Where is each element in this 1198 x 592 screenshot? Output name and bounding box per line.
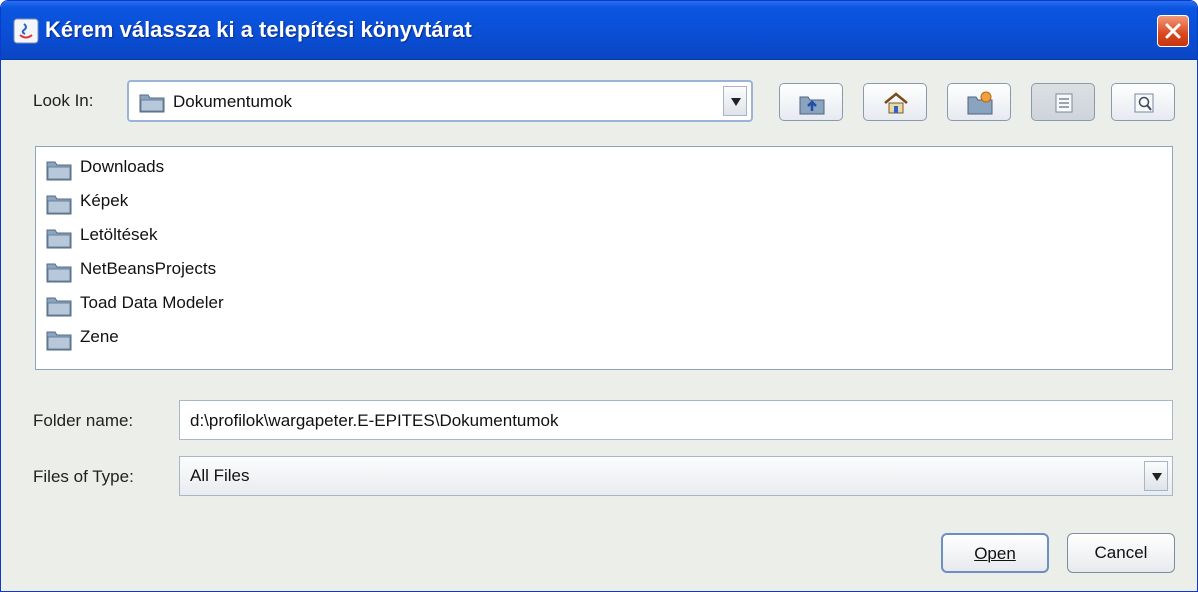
folder-name-field[interactable] bbox=[179, 400, 1173, 440]
list-item-label: NetBeansProjects bbox=[80, 259, 217, 278]
list-item-label: Zene bbox=[80, 327, 119, 346]
file-list[interactable]: Downloads Képek Letöltések NetBeansProje… bbox=[35, 146, 1173, 370]
open-button-label: Open bbox=[974, 544, 1016, 563]
look-in-combo[interactable]: Dokumentumok bbox=[127, 80, 753, 122]
list-view-icon bbox=[1055, 93, 1073, 113]
folder-icon bbox=[46, 331, 72, 351]
look-in-value: Dokumentumok bbox=[173, 92, 293, 111]
new-folder-button[interactable] bbox=[947, 83, 1011, 121]
up-folder-icon bbox=[799, 96, 825, 115]
look-in-label: Look In: bbox=[33, 91, 94, 110]
list-item-label: Downloads bbox=[80, 157, 165, 176]
folder-name-input[interactable] bbox=[188, 409, 1162, 433]
title-bar[interactable]: Kérem válassza ki a telepítési könyvtára… bbox=[1, 1, 1197, 60]
new-folder-icon bbox=[967, 91, 993, 115]
files-of-type-label: Files of Type: bbox=[33, 467, 134, 486]
folder-icon bbox=[46, 195, 72, 215]
folder-icon bbox=[46, 229, 72, 249]
files-of-type-dropdown-button[interactable] bbox=[1144, 461, 1168, 491]
java-app-icon bbox=[13, 18, 39, 44]
details-view-button[interactable] bbox=[1111, 83, 1175, 121]
list-item-label: Letöltések bbox=[80, 225, 158, 244]
list-item-label: Képek bbox=[80, 191, 129, 210]
folder-icon bbox=[46, 161, 72, 181]
chevron-down-icon bbox=[731, 98, 741, 106]
cancel-button-label: Cancel bbox=[1094, 543, 1148, 562]
up-one-level-button[interactable] bbox=[779, 83, 843, 121]
close-button[interactable] bbox=[1157, 15, 1189, 47]
folder-icon bbox=[46, 297, 72, 317]
open-button[interactable]: Open bbox=[941, 533, 1049, 573]
window-title: Kérem válassza ki a telepítési könyvtára… bbox=[45, 17, 472, 42]
list-item-label: Toad Data Modeler bbox=[80, 293, 224, 312]
folder-name-label: Folder name: bbox=[33, 411, 134, 430]
folder-icon bbox=[139, 94, 165, 113]
home-button[interactable] bbox=[863, 83, 927, 121]
folder-icon bbox=[46, 263, 72, 283]
file-chooser-dialog: Kérem válassza ki a telepítési könyvtára… bbox=[0, 0, 1198, 592]
home-icon bbox=[884, 92, 908, 114]
cancel-button[interactable]: Cancel bbox=[1067, 533, 1175, 573]
chevron-down-icon bbox=[1152, 473, 1162, 481]
details-view-icon bbox=[1134, 93, 1154, 113]
look-in-dropdown-button[interactable] bbox=[723, 86, 747, 116]
list-view-button[interactable] bbox=[1031, 83, 1095, 121]
close-icon bbox=[1165, 23, 1181, 39]
files-of-type-combo[interactable]: All Files bbox=[179, 456, 1173, 496]
files-of-type-value: All Files bbox=[190, 466, 250, 485]
